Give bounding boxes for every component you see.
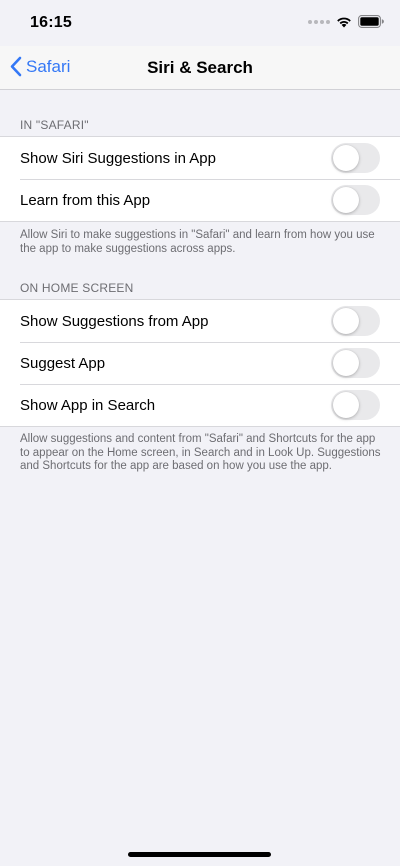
status-bar: 16:15: [0, 0, 400, 46]
settings-row-show-siri-suggestions: Show Siri Suggestions in App: [0, 137, 400, 179]
section-footer-on-home-screen: Allow suggestions and content from "Safa…: [20, 433, 381, 472]
row-label: Suggest App: [20, 354, 106, 372]
row-label: Show App in Search: [20, 396, 156, 414]
signal-dots-icon: [308, 19, 330, 24]
settings-row-show-suggestions-from-app: Show Suggestions from App: [0, 300, 400, 342]
show-suggestions-from-app-toggle[interactable]: [331, 306, 380, 336]
settings-group-on-home-screen: Show Suggestions from App Suggest App Sh…: [0, 299, 400, 427]
show-siri-suggestions-toggle[interactable]: [331, 143, 380, 173]
row-label: Show Siri Suggestions in App: [20, 149, 216, 167]
status-icons: [308, 15, 384, 28]
wifi-icon: [337, 17, 351, 27]
toggle-knob: [333, 392, 359, 418]
page-title: Siri & Search: [147, 58, 253, 77]
toggle-knob: [333, 145, 359, 171]
battery-icon: [358, 15, 384, 28]
toggle-knob: [333, 350, 359, 376]
section-footer-in-safari: Allow Siri to make suggestions in "Safar…: [20, 229, 375, 255]
show-app-in-search-toggle[interactable]: [331, 390, 380, 420]
settings-group-in-safari: Show Siri Suggestions in App Learn from …: [0, 136, 400, 222]
navigation-bar: Safari Siri & Search: [0, 46, 400, 90]
row-label: Show Suggestions from App: [20, 312, 209, 330]
toggle-knob: [333, 187, 359, 213]
section-header-in-safari: IN "SAFARI": [20, 118, 89, 132]
row-label: Learn from this App: [20, 191, 151, 209]
settings-row-suggest-app: Suggest App: [0, 342, 400, 384]
settings-row-learn-from-app: Learn from this App: [0, 179, 400, 221]
section-header-on-home-screen: ON HOME SCREEN: [20, 281, 134, 295]
status-time: 16:15: [30, 14, 72, 31]
settings-row-show-app-in-search: Show App in Search: [0, 384, 400, 426]
suggest-app-toggle[interactable]: [331, 348, 380, 378]
toggle-knob: [333, 308, 359, 334]
learn-from-app-toggle[interactable]: [331, 185, 380, 215]
home-indicator[interactable]: [128, 852, 271, 857]
